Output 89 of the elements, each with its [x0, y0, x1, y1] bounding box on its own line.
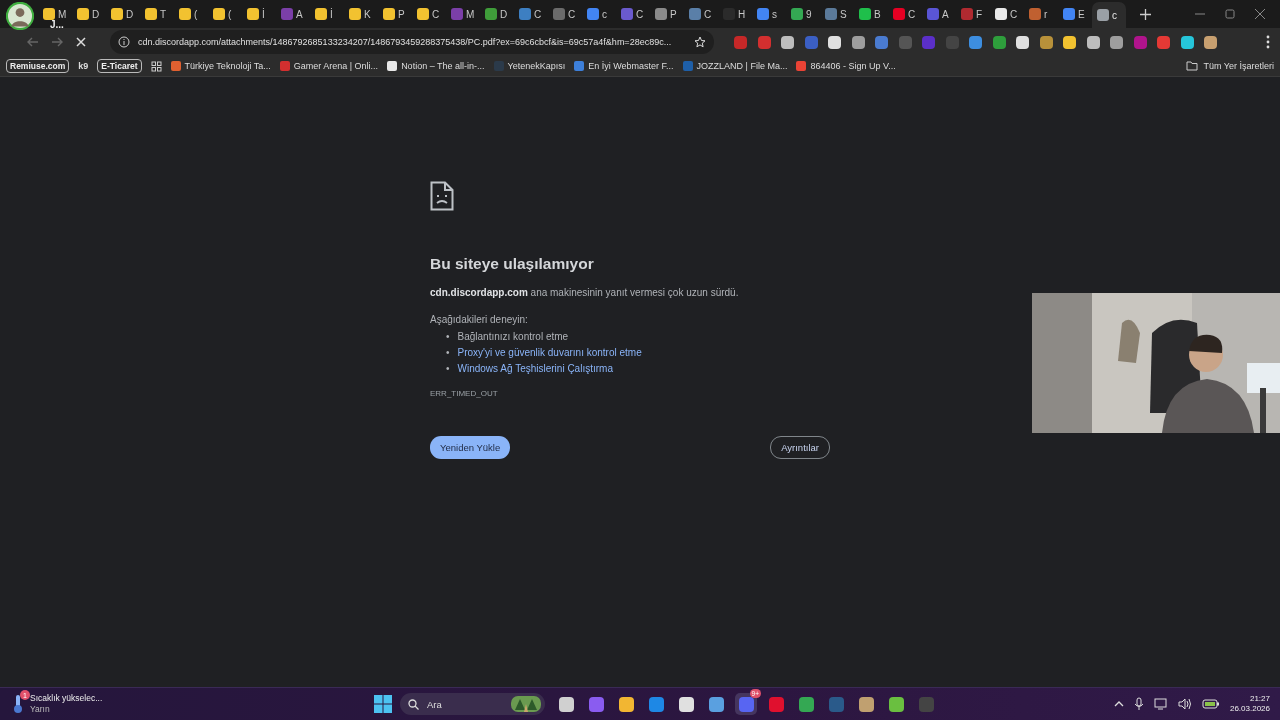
extension-icon[interactable]	[1204, 35, 1217, 49]
bookmark-link[interactable]: Notion – The all-in-...	[401, 61, 485, 71]
browser-tab[interactable]: C	[990, 3, 1024, 25]
browser-tab[interactable]: C	[888, 3, 922, 25]
suggestions-heading: Aşağıdakileri deneyin:	[430, 314, 528, 325]
browser-tab[interactable]: S	[820, 3, 854, 25]
extension-icon[interactable]	[1086, 35, 1100, 49]
browser-tab[interactable]: C	[684, 3, 718, 25]
browser-tab[interactable]: (	[208, 3, 242, 25]
close-icon[interactable]	[1252, 6, 1268, 22]
browser-tab[interactable]: F	[956, 3, 990, 25]
browser-tab[interactable]: İ	[242, 3, 276, 25]
error-code: ERR_TIMED_OUT	[430, 389, 498, 398]
browser-tab[interactable]: C	[548, 3, 582, 25]
details-button[interactable]: Ayrıntılar	[770, 436, 830, 459]
browser-tab[interactable]: c	[582, 3, 616, 25]
bookmark-link[interactable]: JOZZLAND | File Ma...	[696, 61, 788, 71]
windows-logo-icon[interactable]	[374, 695, 392, 713]
profile-name: J...	[50, 19, 64, 30]
plus-icon[interactable]	[1140, 8, 1151, 20]
bookmark-chip[interactable]: E-Ticaret	[97, 59, 142, 73]
bullet: •	[446, 362, 450, 376]
browser-tab[interactable]: H	[718, 3, 752, 25]
monitor-icon[interactable]	[1153, 698, 1168, 710]
browser-tab[interactable]: C	[514, 3, 548, 25]
all-bookmarks-link[interactable]: Tüm Yer İşaretleri	[1203, 61, 1274, 71]
sad-page-icon	[430, 181, 454, 211]
weather-text: Sıcaklık yükselec...	[30, 693, 103, 704]
thermometer-icon[interactable]	[12, 694, 24, 714]
browser-tab[interactable]: D	[106, 3, 140, 25]
star-icon[interactable]	[694, 36, 706, 48]
bullet: •	[446, 346, 450, 360]
browser-tab[interactable]: E	[1058, 3, 1092, 25]
browser-tab[interactable]: C	[412, 3, 446, 25]
browser-tab[interactable]: (	[174, 3, 208, 25]
browser-tab[interactable]: T	[140, 3, 174, 25]
browser-tab[interactable]: c	[1092, 2, 1126, 28]
bookmark-link[interactable]: En İyi Webmaster F...	[588, 61, 674, 71]
browser-tab[interactable]: B	[854, 3, 888, 25]
extension-icon[interactable]	[1110, 35, 1123, 49]
bookmark-chip[interactable]: Remiuse.com	[6, 59, 70, 73]
bookmark-folder[interactable]: k9	[78, 61, 89, 71]
search-bar[interactable]: Ara	[400, 693, 545, 715]
extension-icon[interactable]	[1063, 35, 1076, 49]
battery-icon[interactable]	[1201, 698, 1220, 710]
suggestion-link[interactable]: Windows Ağ Teşhislerini Çalıştırma	[457, 361, 613, 377]
browser-tab[interactable]: A	[922, 3, 956, 25]
folder-icon	[1186, 61, 1199, 71]
clock-time[interactable]: 21:27	[1249, 694, 1270, 704]
weather-subtext: Yarın	[30, 704, 51, 715]
search-field[interactable]: Ara	[425, 697, 505, 711]
forest-icon	[511, 696, 541, 712]
info-icon[interactable]	[118, 36, 130, 48]
browser-tab[interactable]: P	[378, 3, 412, 25]
extension-icon[interactable]	[781, 35, 794, 49]
bookmark-link[interactable]: 864406 - Sign Up V...	[810, 61, 896, 71]
browser-tab[interactable]: K	[344, 3, 378, 25]
browser-tab[interactable]: D	[72, 3, 106, 25]
extension-icon[interactable]	[1180, 35, 1194, 49]
bookmark-link[interactable]: YetenekKapısı	[507, 61, 566, 71]
apps-grid-icon[interactable]	[150, 60, 162, 72]
clock-date[interactable]: 26.03.2026	[1229, 704, 1270, 714]
extension-icon[interactable]	[1016, 35, 1029, 49]
bookmark-link[interactable]: Türkiye Teknoloji Ta...	[184, 61, 271, 71]
chevron-up-icon[interactable]	[1113, 700, 1124, 708]
profile-avatar-icon[interactable]	[6, 2, 34, 30]
browser-tab[interactable]: D	[480, 3, 514, 25]
address-bar[interactable]: cdn.discordapp.com/attachments/1486792685133234207/1486793459288375438/PC.pdf?ex=69c6cbcf&is=69c57a4f&hm=28ec89c...	[110, 30, 714, 54]
browser-tab[interactable]: P	[650, 3, 684, 25]
extension-icon[interactable]	[851, 35, 865, 49]
reload-button[interactable]: Yeniden Yükle	[430, 436, 511, 459]
browser-tab[interactable]: M	[446, 3, 480, 25]
browser-tab[interactable]: s	[752, 3, 786, 25]
extension-icon[interactable]	[828, 35, 841, 49]
search-icon	[408, 698, 419, 710]
suggestion-link[interactable]: Proxy'yi ve güvenlik duvarını kontrol etme	[457, 345, 642, 361]
error-message: cdn.discordapp.com ana makinesinin yanıt vermesi çok uzun sürdü.	[430, 287, 739, 298]
bullet: •	[446, 330, 450, 344]
browser-tab[interactable]: A	[276, 3, 310, 25]
error-title: Bu siteye ulaşılamıyor	[430, 255, 594, 273]
browser-tab[interactable]: İ	[310, 3, 344, 25]
extension-icon[interactable]	[1039, 35, 1053, 49]
suggestion-text: Bağlantınızı kontrol etme	[457, 330, 569, 344]
microphone-icon[interactable]	[1133, 697, 1144, 711]
browser-tab[interactable]: C	[616, 3, 650, 25]
speaker-icon[interactable]	[1177, 698, 1192, 710]
bookmark-link[interactable]: Gamer Arena | Onli...	[293, 61, 379, 71]
browser-tab[interactable]: 9	[786, 3, 820, 25]
browser-tab[interactable]: r	[1024, 3, 1058, 25]
